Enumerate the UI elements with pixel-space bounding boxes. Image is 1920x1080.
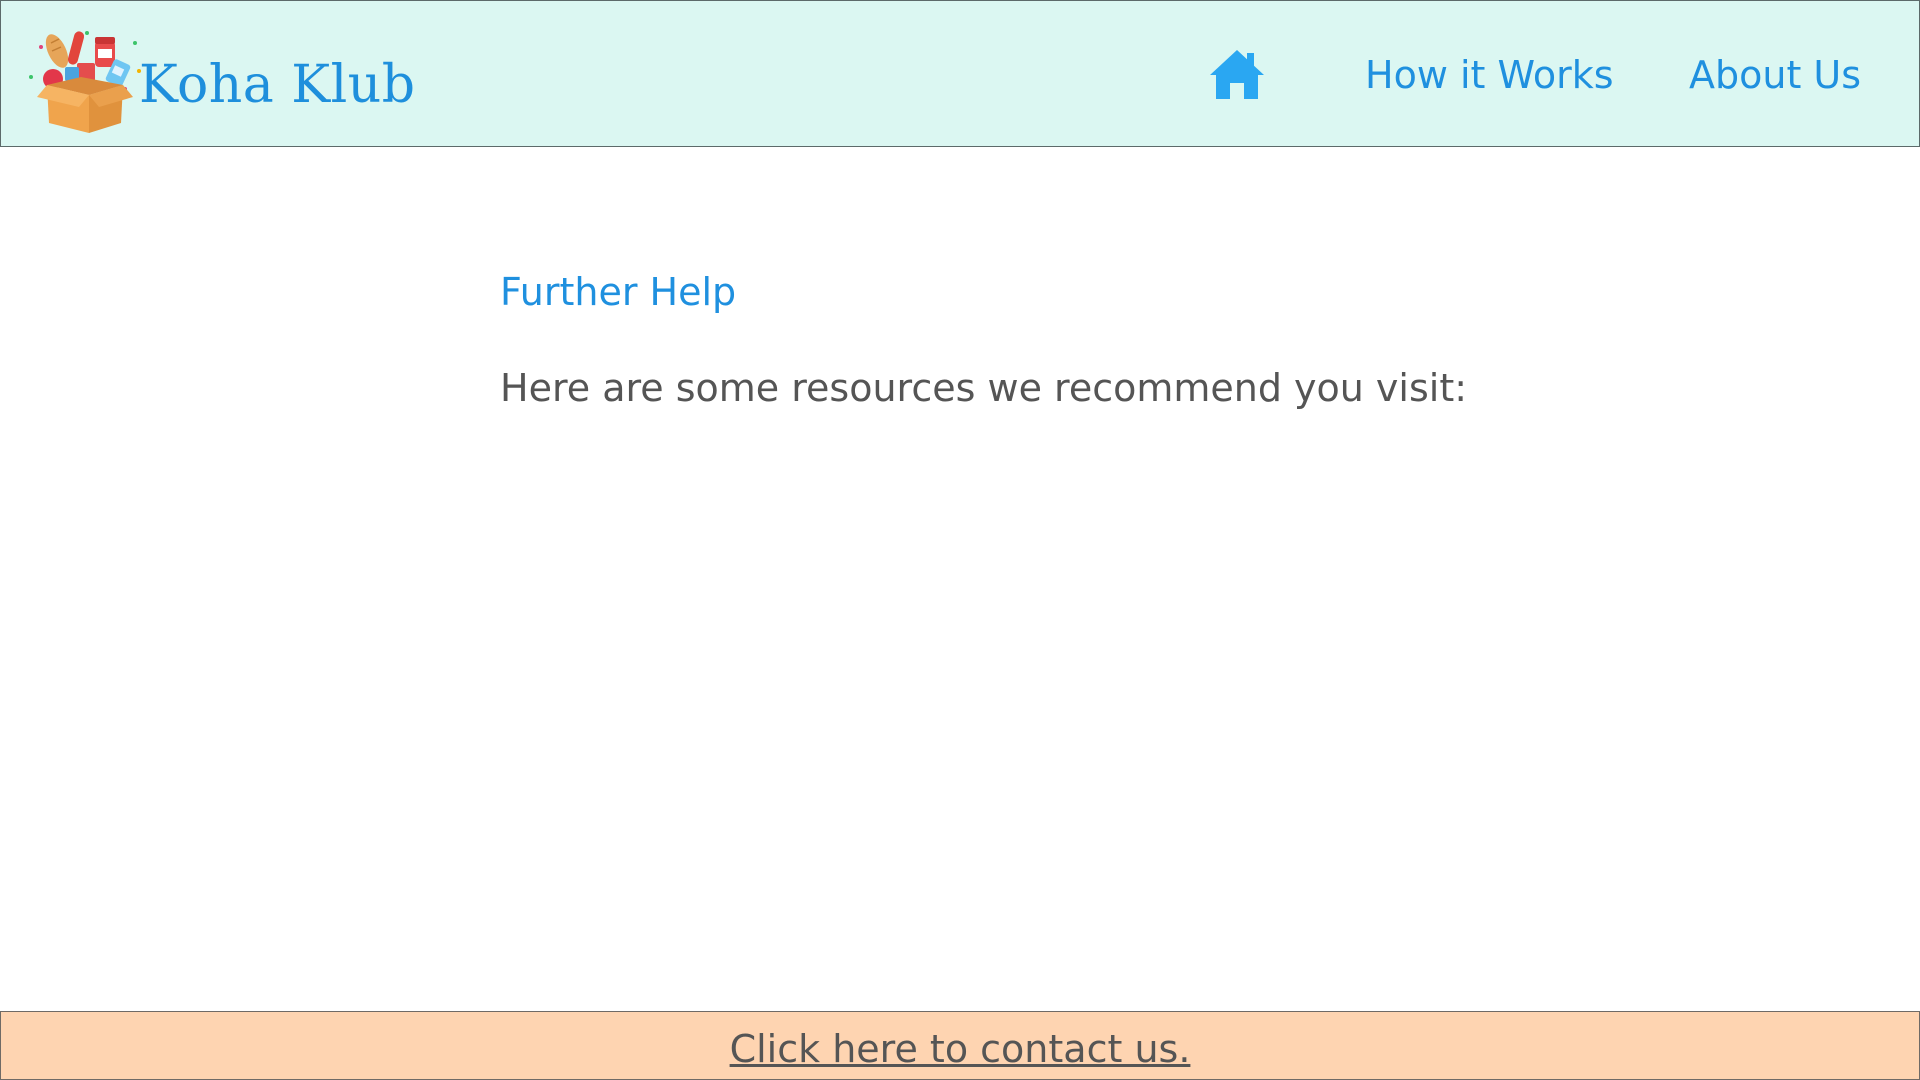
- nav-item-how-it-works: How it Works: [1365, 1, 1614, 148]
- nav-how-it-works-link[interactable]: How it Works: [1365, 53, 1614, 97]
- contact-us-link[interactable]: Click here to contact us.: [730, 1027, 1191, 1071]
- brand-home-link[interactable]: Koha Klub: [25, 27, 416, 135]
- site-footer: Click here to contact us.: [0, 1011, 1920, 1080]
- grocery-box-icon: [29, 31, 141, 133]
- site-header: Koha Klub How it Works About Us: [0, 0, 1920, 147]
- nav-home-button[interactable]: [1207, 1, 1267, 148]
- nav-about-us-link[interactable]: About Us: [1689, 53, 1861, 97]
- home-icon: [1210, 49, 1264, 99]
- page: Koha Klub How it Works About Us Further …: [0, 0, 1920, 1080]
- section-title: Further Help: [500, 270, 737, 314]
- nav-item-about-us: About Us: [1689, 1, 1861, 148]
- main-content: Further Help Here are some resources we …: [500, 270, 1500, 410]
- intro-text: Here are some resources we recommend you…: [500, 366, 1468, 410]
- brand-name: Koha Klub: [139, 55, 416, 115]
